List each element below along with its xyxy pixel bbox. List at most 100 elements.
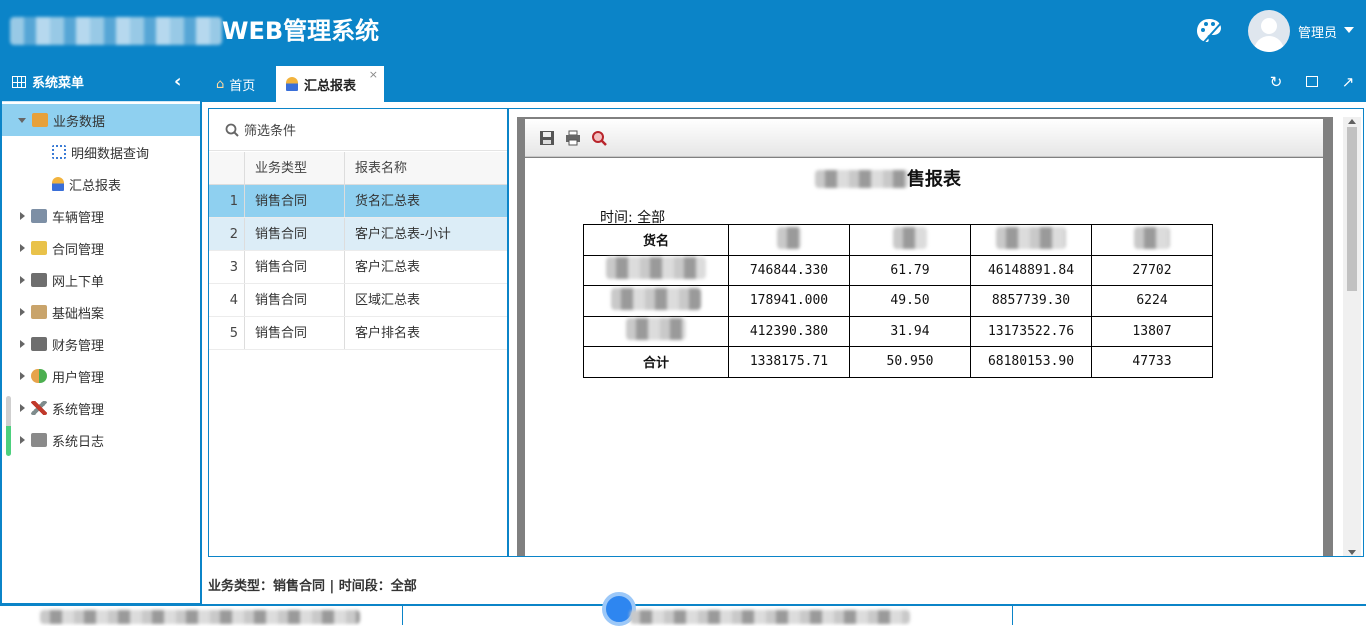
sidebar-item-system[interactable]: 系统管理 xyxy=(2,392,200,424)
user-menu-caret-icon[interactable] xyxy=(1344,27,1354,33)
column-header-name[interactable]: 报表名称 xyxy=(345,152,507,184)
status-line: 业务类型：销售合同 | 时间段：全部 xyxy=(208,579,417,594)
cell: 178941.000 xyxy=(728,285,850,317)
user-name[interactable]: 管理员 xyxy=(1298,22,1337,41)
report-page: 售报表 时间: 全部 货名 746844.330 61.79 46148891.… xyxy=(525,158,1323,556)
sidebar-item-business-data[interactable]: 业务数据 xyxy=(2,104,200,136)
cell: 13807 xyxy=(1091,315,1213,347)
cell: 46148891.84 xyxy=(970,254,1092,286)
scrollbar-thumb[interactable] xyxy=(1347,127,1357,291)
viewer-toolbar xyxy=(525,119,1323,157)
refresh-icon[interactable]: ↻ xyxy=(1268,74,1284,90)
cell: 31.94 xyxy=(849,315,971,347)
total-row: 合计 1338175.71 50.950 68180153.90 47733 xyxy=(583,346,1213,378)
table-row[interactable]: 1 销售合同 货名汇总表 xyxy=(209,185,507,218)
table-row[interactable]: 5 销售合同 客户排名表 xyxy=(209,317,507,350)
chevron-right-icon xyxy=(20,244,25,252)
row-name: 客户排名表 xyxy=(355,326,421,341)
filter-conditions[interactable]: 筛选条件 xyxy=(209,109,507,151)
sidebar-item-label: 网上下单 xyxy=(52,274,105,290)
cell: 746844.330 xyxy=(728,254,850,286)
cell: 68180153.90 xyxy=(970,346,1092,378)
row-label-redacted xyxy=(583,285,729,317)
user-icon xyxy=(31,369,47,383)
maximize-icon[interactable] xyxy=(1304,74,1320,90)
row-number: 3 xyxy=(209,251,245,283)
row-type: 销售合同 xyxy=(245,251,345,283)
filter-label: 筛选条件 xyxy=(244,124,297,139)
top-bar: WEB管理系统 管理员 xyxy=(0,0,1366,62)
row-type: 销售合同 xyxy=(245,218,345,250)
sidebar-item-label: 基础档案 xyxy=(52,306,105,322)
sidebar-item-user[interactable]: 用户管理 xyxy=(2,360,200,392)
viewer-scrollbar[interactable] xyxy=(1343,117,1361,556)
sidebar-item-label: 汇总报表 xyxy=(69,178,122,194)
system-title: WEB管理系统 xyxy=(222,17,380,45)
column-header-goods: 货名 xyxy=(583,224,729,256)
open-external-icon[interactable]: ↗ xyxy=(1340,74,1356,90)
cell: 47733 xyxy=(1091,346,1213,378)
tab-home[interactable]: ⌂ 首页 xyxy=(206,66,265,102)
column-header-type[interactable]: 业务类型 xyxy=(245,152,345,184)
zoom-icon[interactable] xyxy=(591,130,607,146)
print-icon[interactable] xyxy=(565,130,581,146)
menu-grid-icon xyxy=(12,75,26,88)
chevron-right-icon xyxy=(20,212,25,220)
sidebar-item-label: 明细数据查询 xyxy=(71,146,150,162)
footer xyxy=(0,592,1366,626)
sidebar-item-online-order[interactable]: 网上下单 xyxy=(2,264,200,296)
row-label-redacted xyxy=(583,254,729,286)
sidebar-item-vehicle[interactable]: 车辆管理 xyxy=(2,200,200,232)
scroll-indicator[interactable] xyxy=(6,396,11,456)
cell: 1338175.71 xyxy=(728,346,850,378)
sidebar-item-finance[interactable]: 财务管理 xyxy=(2,328,200,360)
sidebar-item-system-log[interactable]: 系统日志 xyxy=(2,424,200,456)
chevron-right-icon xyxy=(20,340,25,348)
chevron-right-icon xyxy=(20,276,25,284)
cell: 8857739.30 xyxy=(970,285,1092,317)
tools-icon xyxy=(31,401,47,415)
row-number: 2 xyxy=(209,218,245,250)
row-label-redacted xyxy=(583,315,729,347)
scroll-up-icon[interactable] xyxy=(1348,119,1356,124)
tab-summary-report[interactable]: 汇总报表 × xyxy=(276,66,384,102)
close-icon[interactable]: × xyxy=(369,68,378,81)
save-icon[interactable] xyxy=(539,130,555,146)
report-viewer-panel: 售报表 时间: 全部 货名 746844.330 61.79 46148891.… xyxy=(508,108,1364,557)
scroll-down-icon[interactable] xyxy=(1348,550,1356,555)
table-row[interactable]: 4 销售合同 区域汇总表 xyxy=(209,284,507,317)
contract-icon xyxy=(31,241,47,255)
table-row[interactable]: 2 销售合同 客户汇总表-小计 xyxy=(209,218,507,251)
brand-name-redacted xyxy=(10,17,222,45)
sidebar-item-summary-report[interactable]: 汇总报表 xyxy=(2,168,200,200)
home-icon: ⌂ xyxy=(216,76,225,92)
chevron-left-icon[interactable]: ‹ xyxy=(174,72,181,92)
cell: 13173522.76 xyxy=(970,315,1092,347)
sidebar: 系统菜单 ‹ 业务数据 明细数据查询 汇总报表 车辆管理 合同管理 网上下单 基… xyxy=(0,62,202,605)
sidebar-item-basic-archive[interactable]: 基础档案 xyxy=(2,296,200,328)
report-viewer: 售报表 时间: 全部 货名 746844.330 61.79 46148891.… xyxy=(517,117,1333,556)
sidebar-item-contract[interactable]: 合同管理 xyxy=(2,232,200,264)
sidebar-title: 系统菜单 xyxy=(32,76,85,91)
truck-icon xyxy=(32,113,48,127)
row-type: 销售合同 xyxy=(245,317,345,349)
chevron-down-icon xyxy=(18,117,26,123)
table-row: 746844.330 61.79 46148891.84 27702 xyxy=(583,254,1213,286)
folder-icon xyxy=(31,337,47,351)
theme-palette-icon[interactable] xyxy=(1194,16,1224,46)
car-icon xyxy=(31,209,47,223)
total-label: 合计 xyxy=(583,346,729,378)
report-list-panel: 筛选条件 业务类型 报表名称 1 销售合同 货名汇总表 2 销售合同 客户汇总表… xyxy=(208,108,508,557)
column-header-redacted xyxy=(849,224,971,256)
report-title-redacted xyxy=(815,170,909,188)
cell: 6224 xyxy=(1091,285,1213,317)
sidebar-item-detail-query[interactable]: 明细数据查询 xyxy=(2,136,200,168)
user-avatar[interactable] xyxy=(1248,10,1290,52)
column-header-redacted xyxy=(970,224,1092,256)
sidebar-header: 系统菜单 ‹ xyxy=(2,62,200,102)
cell: 61.79 xyxy=(849,254,971,286)
row-name: 货名汇总表 xyxy=(355,194,421,209)
table-row[interactable]: 3 销售合同 客户汇总表 xyxy=(209,251,507,284)
sidebar-item-label: 业务数据 xyxy=(53,114,106,130)
worker-icon xyxy=(286,77,298,91)
